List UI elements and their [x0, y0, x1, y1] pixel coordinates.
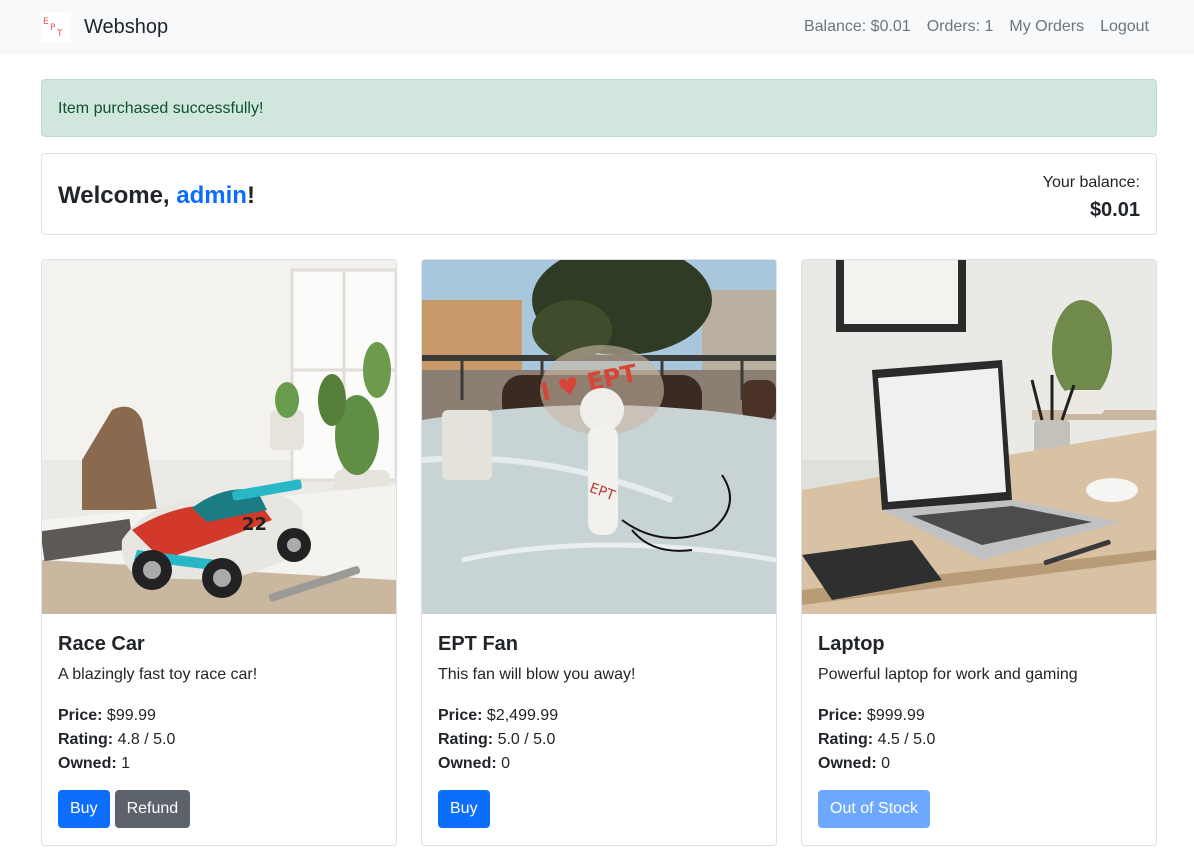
- rating-row: Rating: 5.0 / 5.0: [438, 728, 558, 752]
- refund-button[interactable]: Refund: [114, 790, 191, 828]
- owned-value: 1: [121, 755, 131, 772]
- owned-row: Owned: 0: [438, 752, 558, 776]
- owned-row: Owned: 0: [818, 752, 935, 776]
- buy-button[interactable]: Buy: [58, 790, 110, 828]
- nav-my-orders[interactable]: My Orders: [1009, 17, 1084, 37]
- rating-row: Rating: 4.5 / 5.0: [818, 728, 935, 752]
- out-of-stock-button[interactable]: Out of Stock: [818, 790, 931, 828]
- nav-logout[interactable]: Logout: [1100, 17, 1149, 37]
- price-label: Price:: [58, 707, 103, 724]
- nav-orders-count[interactable]: Orders: 1: [927, 17, 994, 37]
- success-alert: Item purchased successfully!: [41, 79, 1157, 137]
- product-title: EPT Fan: [438, 633, 519, 655]
- rating-value: 4.8 / 5.0: [117, 731, 176, 748]
- welcome-heading: Welcome, admin!: [58, 181, 255, 211]
- product-image-laptop: [802, 260, 1156, 614]
- balance-label: Your balance:: [1042, 174, 1140, 191]
- nav-links: Balance: $0.01 Orders: 1 My Orders Logou…: [788, 17, 1149, 37]
- svg-text:22: 22: [242, 514, 267, 535]
- welcome-prefix: Welcome,: [58, 182, 177, 209]
- product-description: Powerful laptop for work and gaming: [818, 666, 1078, 683]
- price-value: $99.99: [106, 707, 156, 724]
- product-title: Race Car: [58, 633, 145, 655]
- welcome-card: Welcome, admin! Your balance: $0.01: [41, 153, 1157, 235]
- buy-button[interactable]: Buy: [438, 790, 490, 828]
- svg-text:P: P: [50, 23, 56, 33]
- price-row: Price: $99.99: [58, 704, 175, 728]
- svg-text:E: E: [43, 17, 49, 27]
- product-meta: Price: $999.99 Rating: 4.5 / 5.0 Owned: …: [818, 704, 935, 776]
- product-description: A blazingly fast toy race car!: [58, 666, 258, 683]
- rating-row: Rating: 4.8 / 5.0: [58, 728, 175, 752]
- price-value: $2,499.99: [486, 707, 559, 724]
- rating-label: Rating:: [58, 731, 114, 748]
- brand-name: Webshop: [84, 15, 169, 38]
- product-meta: Price: $99.99 Rating: 4.8 / 5.0 Owned: 1: [58, 704, 175, 776]
- owned-value: 0: [501, 755, 511, 772]
- svg-text:T: T: [56, 29, 63, 39]
- product-image-ept-fan: I ♥ EPT EPT: [422, 260, 776, 614]
- ept-logo-icon: E P T: [41, 12, 71, 42]
- product-card-ept-fan: I ♥ EPT EPT EPT Fan This fan will blow y…: [421, 259, 777, 846]
- price-value: $999.99: [866, 707, 925, 724]
- product-description: This fan will blow you away!: [438, 666, 636, 683]
- owned-label: Owned:: [818, 755, 877, 772]
- price-label: Price:: [438, 707, 483, 724]
- owned-value: 0: [881, 755, 891, 772]
- balance-box: Your balance: $0.01: [1043, 173, 1140, 223]
- owned-label: Owned:: [58, 755, 117, 772]
- rating-label: Rating:: [818, 731, 874, 748]
- welcome-suffix: !: [246, 182, 255, 209]
- rating-value: 4.5 / 5.0: [877, 731, 936, 748]
- card-buttons: Out of Stock: [818, 790, 931, 828]
- product-image-race-car: 22: [42, 260, 396, 614]
- brand-link[interactable]: E P T Webshop: [41, 12, 168, 42]
- product-card-laptop: Laptop Powerful laptop for work and gami…: [801, 259, 1157, 846]
- price-label: Price:: [818, 707, 863, 724]
- card-buttons: Buy: [438, 790, 490, 828]
- nav-balance[interactable]: Balance: $0.01: [804, 17, 911, 37]
- balance-value: $0.01: [1089, 199, 1140, 221]
- product-meta: Price: $2,499.99 Rating: 5.0 / 5.0 Owned…: [438, 704, 558, 776]
- rating-label: Rating:: [438, 731, 494, 748]
- owned-row: Owned: 1: [58, 752, 175, 776]
- owned-label: Owned:: [438, 755, 497, 772]
- navbar: E P T Webshop Balance: $0.01 Orders: 1 M…: [0, 0, 1194, 55]
- price-row: Price: $2,499.99: [438, 704, 558, 728]
- product-title: Laptop: [818, 633, 885, 655]
- card-buttons: Buy Refund: [58, 790, 191, 828]
- rating-value: 5.0 / 5.0: [497, 731, 556, 748]
- product-card-race-car: 22 Race Car A blazingly fast toy race ca…: [41, 259, 397, 846]
- price-row: Price: $999.99: [818, 704, 935, 728]
- username-link[interactable]: admin: [176, 182, 247, 209]
